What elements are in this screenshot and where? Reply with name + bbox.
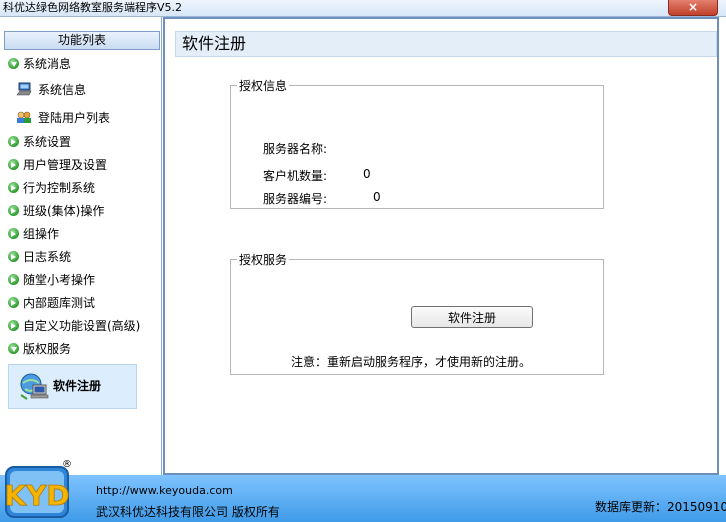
window-title: 科优达绿色网络教室服务端程序V5.2 [3, 1, 183, 14]
computer-icon [16, 82, 32, 96]
nav-label: 自定义功能设置(高级) [23, 319, 141, 333]
nav-software-registration[interactable]: 软件注册 [8, 364, 137, 409]
kyd-logo: KYD [4, 466, 70, 518]
nav-class-operations[interactable]: 班级(集体)操作 [8, 202, 104, 220]
nav-copyright-service[interactable]: 版权服务 [8, 340, 71, 358]
nav-quiz-operations[interactable]: 随堂小考操作 [8, 271, 95, 289]
client-count-label: 客户机数量: [263, 169, 328, 183]
auth-service-legend: 授权服务 [239, 253, 288, 267]
company-copyright: 武汉科优达科技有限公司 版权所有 [96, 505, 280, 519]
nav-label: 系统消息 [23, 57, 72, 71]
expand-bullet-icon [8, 205, 19, 216]
registered-mark: ® [62, 459, 72, 470]
users-icon [17, 111, 31, 123]
nav-label: 日志系统 [23, 250, 72, 264]
expand-bullet-icon [8, 182, 19, 193]
nav-custom-settings[interactable]: 自定义功能设置(高级) [8, 317, 140, 335]
nav-system-info[interactable]: 系统信息 [16, 80, 86, 100]
nav-label: 组操作 [23, 227, 60, 241]
logo-text: KYD [4, 479, 69, 512]
client-count-value: 0 [363, 167, 371, 181]
nav-label: 系统信息 [38, 83, 87, 97]
nav-group-operations[interactable]: 组操作 [8, 225, 59, 243]
nav-system-settings[interactable]: 系统设置 [8, 133, 71, 151]
auth-info-legend: 授权信息 [239, 79, 288, 93]
nav-user-management[interactable]: 用户管理及设置 [8, 156, 107, 174]
auth-service-group: 授权服务 软件注册 注意：重新启动服务程序，才使用新的注册。 [230, 251, 604, 375]
nav-label: 登陆用户列表 [38, 111, 111, 125]
expand-bullet-icon [8, 251, 19, 262]
title-bar: 科优达绿色网络教室服务端程序V5.2 × [0, 0, 726, 17]
auth-info-group: 授权信息 服务器名称: 客户机数量: 0 服务器编号: 0 [230, 77, 604, 209]
server-id-label: 服务器编号: [263, 192, 328, 206]
nav-label: 版权服务 [23, 342, 72, 356]
footer: KYD ® http://www.keyouda.com 武汉科优达科技有限公司… [0, 459, 726, 522]
expand-bullet-icon [8, 343, 19, 354]
nav-label: 用户管理及设置 [23, 158, 108, 172]
sidebar: 功能列表 系统消息 系统信息 登陆用户列表 系统设置 用户管理及设置 行为控制系… [0, 17, 162, 475]
website-link[interactable]: http://www.keyouda.com [96, 484, 233, 497]
nav-login-users[interactable]: 登陆用户列表 [16, 108, 110, 128]
page-title: 软件注册 [175, 31, 717, 57]
sidebar-header: 功能列表 [4, 31, 160, 50]
nav-system-messages[interactable]: 系统消息 [8, 55, 71, 73]
expand-bullet-icon [8, 159, 19, 170]
nav-behavior-control[interactable]: 行为控制系统 [8, 179, 95, 197]
nav-question-bank[interactable]: 内部题库测试 [8, 294, 95, 312]
nav-label: 软件注册 [53, 379, 102, 393]
nav-log-system[interactable]: 日志系统 [8, 248, 71, 266]
server-id-value: 0 [373, 190, 381, 204]
expand-bullet-icon [8, 320, 19, 331]
nav-label: 系统设置 [23, 135, 72, 149]
main-panel: 软件注册 授权信息 服务器名称: 客户机数量: 0 服务器编号: 0 授权服务 … [163, 17, 719, 475]
server-name-label: 服务器名称: [263, 142, 328, 156]
restart-note: 注意：重新启动服务程序，才使用新的注册。 [291, 355, 532, 369]
expand-bullet-icon [8, 297, 19, 308]
database-update-date: 数据库更新：20150910 [595, 500, 726, 514]
close-icon: × [687, 0, 699, 14]
expand-bullet-icon [8, 58, 19, 69]
expand-bullet-icon [8, 274, 19, 285]
nav-label: 内部题库测试 [23, 296, 96, 310]
nav-label: 行为控制系统 [23, 181, 96, 195]
network-computer-icon [20, 373, 49, 400]
nav-label: 班级(集体)操作 [23, 204, 105, 218]
software-register-button[interactable]: 软件注册 [411, 306, 533, 328]
close-button[interactable]: × [668, 0, 718, 16]
nav-label: 随堂小考操作 [23, 273, 96, 287]
expand-bullet-icon [8, 228, 19, 239]
expand-bullet-icon [8, 136, 19, 147]
